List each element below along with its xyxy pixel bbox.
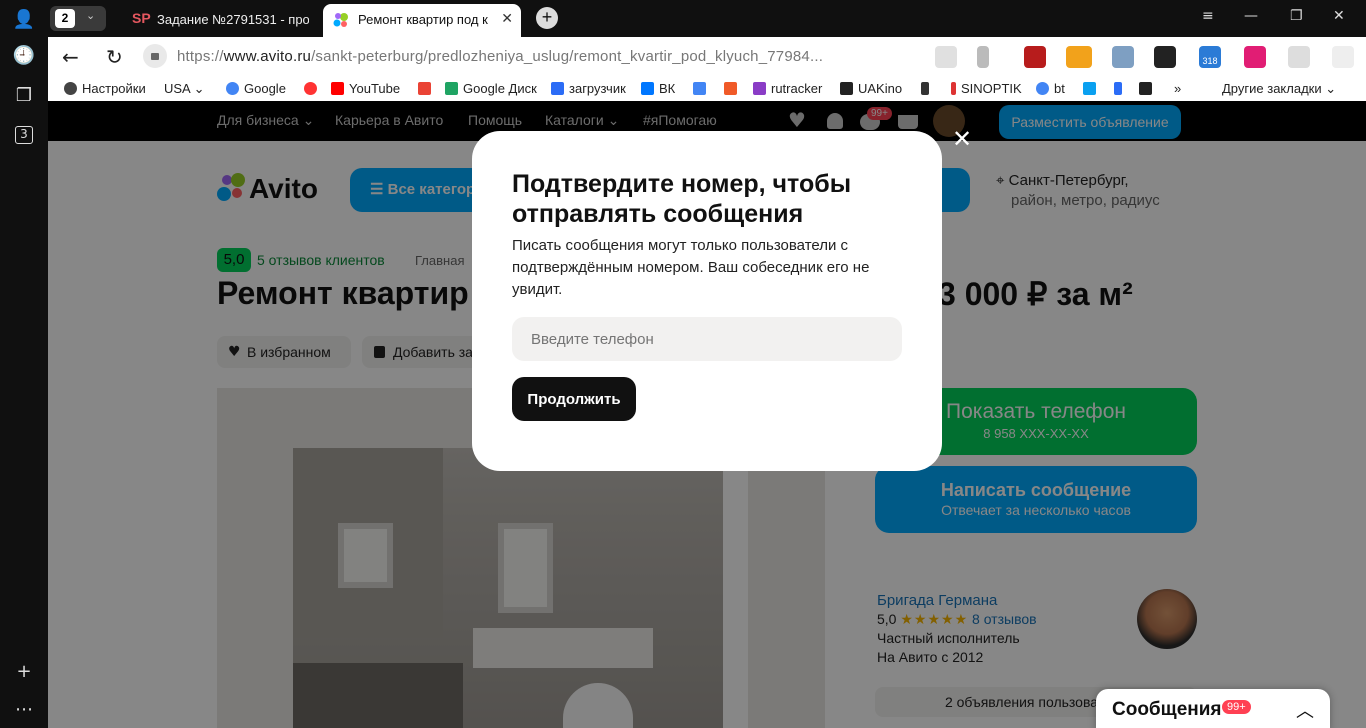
profile-ext-icon[interactable] xyxy=(1332,46,1354,68)
profile-icon[interactable]: 👤 xyxy=(12,8,36,32)
tab-group-button[interactable]: 2 ⌄ xyxy=(50,6,106,31)
other-bookmarks[interactable]: Другие закладки ⌄ xyxy=(1222,81,1336,97)
gear-icon xyxy=(64,82,77,95)
p-icon xyxy=(1083,82,1096,95)
shield-ext-icon[interactable] xyxy=(1244,46,1266,68)
chess-icon xyxy=(921,82,929,95)
chevron-up-icon[interactable]: ︿ xyxy=(1296,697,1314,723)
calendar-ext-icon[interactable]: 318 xyxy=(1199,46,1221,68)
uakino-icon xyxy=(840,82,853,95)
bookmarks-more[interactable]: » xyxy=(1174,81,1181,96)
phone-input[interactable] xyxy=(512,317,902,361)
dialog-title: Подтвердите номер, чтобы отправлять сооб… xyxy=(512,170,852,228)
add-panel-icon[interactable]: + xyxy=(12,660,36,684)
feed-icon xyxy=(724,82,737,95)
reload-icon[interactable]: ↻ xyxy=(106,45,123,69)
bookmark-translate[interactable] xyxy=(693,81,711,96)
address-bar: ← ↻ https://www.avito.ru/sankt-peterburg… xyxy=(48,37,1366,77)
messages-title: Сообщения xyxy=(1112,699,1222,720)
google-icon xyxy=(1036,82,1049,95)
infinity-icon xyxy=(551,82,564,95)
bookmark-sinoptik[interactable]: SINOPTIK xyxy=(951,81,1022,96)
history-icon[interactable]: 🕘 xyxy=(12,44,36,68)
tab-bar: 2 ⌄ SP Задание №2791531 - проверка Ремон… xyxy=(48,0,1366,37)
bookmark-rutracker[interactable]: rutracker xyxy=(753,81,822,96)
ublock-icon[interactable] xyxy=(1024,46,1046,68)
bookmark-icon[interactable] xyxy=(977,46,989,68)
bookmark-yandex[interactable] xyxy=(304,81,322,96)
messages-badge: 99+ xyxy=(1222,700,1251,714)
tab-title: Задание №2791531 - проверка xyxy=(157,12,309,27)
restore-icon[interactable]: ❐ xyxy=(1290,8,1303,24)
sp-favicon-icon: SP xyxy=(132,10,151,26)
lock-icon[interactable] xyxy=(143,44,167,68)
chevron-down-icon: ⌄ xyxy=(86,10,96,22)
bc-icon xyxy=(1139,82,1152,95)
bookmark-vk[interactable]: ВК xyxy=(641,81,675,96)
tab-count-icon[interactable]: 3 xyxy=(15,126,33,144)
bookmark-arrow[interactable] xyxy=(1114,81,1127,96)
bookmark-chess[interactable] xyxy=(921,81,934,96)
tab-count: 2 xyxy=(55,9,75,28)
bookmarks-bar: Настройки USA ⌄ Google YouTube Google Ди… xyxy=(48,77,1366,101)
yandex-icon xyxy=(304,82,317,95)
google-icon xyxy=(226,82,239,95)
close-icon[interactable]: ✕ xyxy=(950,127,974,151)
new-tab-button[interactable]: + xyxy=(536,7,558,29)
bookmark-usa[interactable]: USA ⌄ xyxy=(164,81,205,97)
youtube-icon xyxy=(331,82,344,95)
bookmark-google-drive[interactable]: Google Диск xyxy=(445,81,537,96)
tab-task[interactable]: SP Задание №2791531 - проверка xyxy=(124,4,314,37)
thermometer-icon xyxy=(951,82,956,95)
tab-title: Ремонт квартир под ключ xyxy=(358,12,488,27)
url-text[interactable]: https://www.avito.ru/sankt-peterburg/pre… xyxy=(177,48,823,65)
minimize-icon[interactable]: — xyxy=(1244,8,1258,24)
translate-icon[interactable] xyxy=(935,46,957,68)
close-tab-icon[interactable]: ✕ xyxy=(501,10,513,27)
bookmark-feed[interactable] xyxy=(724,81,742,96)
bookmark-bt[interactable]: bt xyxy=(1036,81,1065,96)
continue-button[interactable]: Продолжить xyxy=(512,377,636,421)
bookmark-downloader[interactable]: загрузчик xyxy=(551,81,626,96)
google-drive-icon xyxy=(445,82,458,95)
vk-icon xyxy=(641,82,654,95)
menu-icon[interactable]: ≡ xyxy=(1202,8,1214,24)
browser-sidebar: 👤 🕘 ❐ 3 + ⋯ xyxy=(0,0,48,728)
ext-icon[interactable] xyxy=(1112,46,1134,68)
more-icon[interactable]: ⋯ xyxy=(12,698,36,722)
close-window-icon[interactable]: ✕ xyxy=(1333,8,1345,24)
bookmark-gmail[interactable] xyxy=(418,81,436,96)
gmail-icon xyxy=(418,82,431,95)
messages-panel[interactable]: Сообщения 99+ ︿ xyxy=(1096,689,1330,728)
phone-confirm-dialog: Подтвердите номер, чтобы отправлять сооб… xyxy=(472,131,942,471)
bookmark-settings[interactable]: Настройки xyxy=(64,81,146,96)
extensions-icon[interactable] xyxy=(1288,46,1310,68)
avito-favicon-icon xyxy=(333,13,348,27)
translate-icon xyxy=(693,82,706,95)
back-icon[interactable]: ← xyxy=(62,45,79,69)
bookmark-bc[interactable] xyxy=(1139,81,1157,96)
bookmark-google[interactable]: Google xyxy=(226,81,286,96)
collections-icon[interactable]: ❐ xyxy=(12,84,36,108)
url-field[interactable]: https://www.avito.ru/sankt-peterburg/pre… xyxy=(143,41,1003,73)
ext-dark-icon[interactable] xyxy=(1154,46,1176,68)
tab-avito[interactable]: Ремонт квартир под ключ ✕ xyxy=(323,4,521,37)
dialog-text: Писать сообщения могут только пользовате… xyxy=(512,237,870,298)
counter-ext-icon[interactable] xyxy=(1066,46,1092,68)
rutracker-icon xyxy=(753,82,766,95)
bookmark-p[interactable] xyxy=(1083,81,1101,96)
arrow-icon xyxy=(1114,82,1122,95)
bookmark-uakino[interactable]: UAKino xyxy=(840,81,902,96)
bookmark-youtube[interactable]: YouTube xyxy=(331,81,400,96)
